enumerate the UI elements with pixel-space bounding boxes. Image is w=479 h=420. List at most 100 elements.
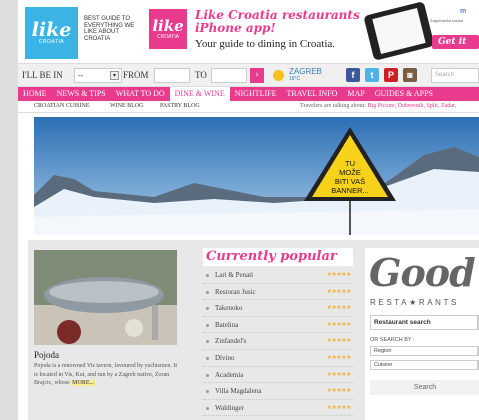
pinterest-icon[interactable]: P [384, 68, 398, 82]
restaurant-name: Academia [215, 370, 244, 379]
page: like CROATIA BEST GUIDE TO EVERYTHING WE… [18, 0, 479, 420]
nav-item-home[interactable]: HOME [18, 87, 52, 101]
rating-stars: ★★★★★ [326, 388, 352, 395]
nav-item-what-to-do[interactable]: WHAT TO DO [111, 87, 170, 101]
restaurant-name: Batelina [215, 320, 239, 329]
to-date-input[interactable] [211, 68, 247, 83]
rating-stars: ★★★★★ [326, 321, 352, 328]
content-area: Pojoda Pojoda is a renowned Vis tavern, … [28, 240, 479, 420]
restaurant-name: Waldinger [215, 403, 244, 412]
promo-subtitle: Your guide to dining in Croatia. [195, 38, 336, 50]
site-tagline: BEST GUIDE TO EVERYTHING WE LIKE ABOUT C… [84, 16, 135, 42]
chevron-down-icon: ▾ [110, 71, 119, 80]
restaurant-name: Zinfandel's [215, 337, 247, 346]
to-label: TO [195, 70, 207, 80]
sub-nav: CROATIAN CUISINE WINE BLOG PASTRY BLOG T… [18, 101, 479, 113]
nav-item-travel-info[interactable]: TRAVEL INFO [282, 87, 343, 101]
nav-item-dine-wine[interactable]: DINE & WINE [169, 87, 230, 101]
logo-sub: CROATIA [38, 39, 65, 45]
from-label: FROM [123, 70, 149, 80]
ad-banner[interactable]: TU MOŽE BITI VAŠ BANNER... [34, 117, 479, 235]
subnav-item-croatian-cuisine[interactable]: CROATIAN CUISINE [34, 103, 90, 109]
list-item[interactable]: Zinfandel's ★★★★★ [203, 333, 353, 350]
article-title[interactable]: Pojoda [34, 350, 59, 360]
trending-topics: Travelers are talking about: Big Picture… [300, 103, 456, 109]
rating-stars: ★★★★★ [326, 354, 352, 361]
nav-item-news-tips[interactable]: NEWS & TIPS [52, 87, 111, 101]
article-text: Pojoda is a renowned Vis tavern, favoure… [34, 363, 177, 386]
list-item[interactable]: Divino ★★★★★ [203, 350, 353, 367]
region-select-value: Region [374, 348, 392, 354]
nav-item-nightlife[interactable]: NIGHTLIFE [230, 87, 282, 101]
sun-icon [273, 70, 284, 81]
twitter-icon[interactable]: t [365, 68, 379, 82]
weather-city[interactable]: ZAGREB [289, 67, 322, 76]
restaurant-search-label: Restaurant search [374, 319, 431, 326]
article-photo[interactable] [34, 250, 177, 345]
location-select[interactable]: -- ▾ [74, 68, 122, 83]
cuisine-select[interactable]: Cuisine ▾ [370, 360, 479, 370]
rating-stars: ★★★★★ [326, 338, 352, 345]
article-excerpt: Pojoda is a renowned Vis tavern, favoure… [34, 362, 182, 388]
sign-line: BITI VAŠ [334, 177, 366, 186]
rating-stars: ★★★★★ [326, 404, 352, 411]
logo-word: like [31, 19, 72, 41]
promo-app-logo[interactable]: like CROATIA [149, 9, 187, 49]
from-date-input[interactable] [154, 68, 190, 83]
trending-links[interactable]: Big Picture, Dubrovnik, Split, Zadar, [367, 103, 456, 109]
rating-stars: ★★★★★ [326, 288, 352, 295]
in-label: I'LL BE IN [22, 70, 63, 80]
restaurant-name: Villa Magdalena [215, 387, 262, 396]
bank-sponsor: Zagrebačka banka m [430, 8, 479, 23]
list-item[interactable]: Academia ★★★★★ [203, 367, 353, 384]
rating-stars: ★★★★★ [326, 272, 352, 278]
restaurant-name: Lari & Penati [215, 271, 254, 279]
subnav-item-wine-blog[interactable]: WINE BLOG [110, 103, 144, 109]
fish-dish-image [34, 250, 177, 345]
rating-stars: ★★★★★ [326, 371, 352, 378]
sign-line: MOŽE [339, 168, 361, 177]
list-item[interactable]: Restoran Jusic ★★★★★ [203, 284, 353, 301]
region-select[interactable]: Region ▾ [370, 346, 479, 356]
sign-line: BANNER... [331, 186, 369, 195]
restaurant-search-input[interactable]: Restaurant search › [370, 315, 479, 330]
facebook-icon[interactable]: f [346, 68, 360, 82]
restaurant-name: Takenoko [215, 304, 243, 313]
or-search-by-label: OR SEARCH BY : [370, 337, 415, 343]
good-logo-sub: RESTA★RANTS [370, 298, 459, 307]
good-logo-word: Good [369, 250, 476, 295]
restaurant-name: Restoran Jusic [215, 287, 256, 296]
promo-title[interactable]: Like Croatia restaurants iPhone app! [195, 9, 375, 35]
bank-brand: m [460, 8, 467, 15]
banner-sign-text: TU MOŽE BITI VAŠ BANNER... [322, 159, 378, 195]
restaurant-search-button[interactable]: Search [370, 380, 479, 395]
main-nav: HOME NEWS & TIPS WHAT TO DO DINE & WINE … [18, 87, 479, 101]
weather-temperature: 18°C [289, 76, 301, 82]
cuisine-select-value: Cuisine [374, 362, 393, 368]
site-search-input[interactable]: Search [431, 68, 479, 83]
bank-name: Zagrebačka banka [430, 18, 464, 23]
list-item[interactable]: Takenoko ★★★★★ [203, 300, 353, 317]
instagram-icon[interactable]: ◙ [403, 68, 417, 82]
sign-line: TU [345, 159, 355, 168]
list-item[interactable]: Lari & Penati ★★★★★ [203, 267, 353, 284]
site-logo[interactable]: like CROATIA [25, 7, 78, 59]
restaurant-name: Divino [215, 353, 235, 362]
more-link[interactable]: MORE... [71, 380, 95, 386]
list-item[interactable]: Waldinger ★★★★★ [203, 400, 353, 417]
nav-item-map[interactable]: MAP [342, 87, 369, 101]
go-button[interactable]: › [250, 68, 264, 83]
subnav-item-pastry-blog[interactable]: PASTRY BLOG [160, 103, 200, 109]
promo-logo-word: like [152, 16, 184, 35]
location-select-value: -- [78, 71, 84, 80]
list-item[interactable]: Batelina ★★★★★ [203, 317, 353, 334]
popular-list: Lari & Penati ★★★★★ Restoran Jusic ★★★★★ T… [203, 267, 353, 417]
trending-label: Travelers are talking about: [300, 103, 366, 109]
popular-title: Currently popular [203, 248, 353, 266]
get-it-now-button[interactable]: Get it now [432, 35, 479, 61]
rating-stars: ★★★★★ [326, 305, 352, 312]
promo-logo-sub: CROATIA [157, 33, 179, 40]
list-item[interactable]: Villa Magdalena ★★★★★ [203, 383, 353, 400]
nav-item-guides-apps[interactable]: GUIDES & APPS [370, 87, 438, 101]
trip-search-bar: I'LL BE IN -- ▾ FROM TO › ZAGREB 18°C f … [18, 63, 479, 87]
